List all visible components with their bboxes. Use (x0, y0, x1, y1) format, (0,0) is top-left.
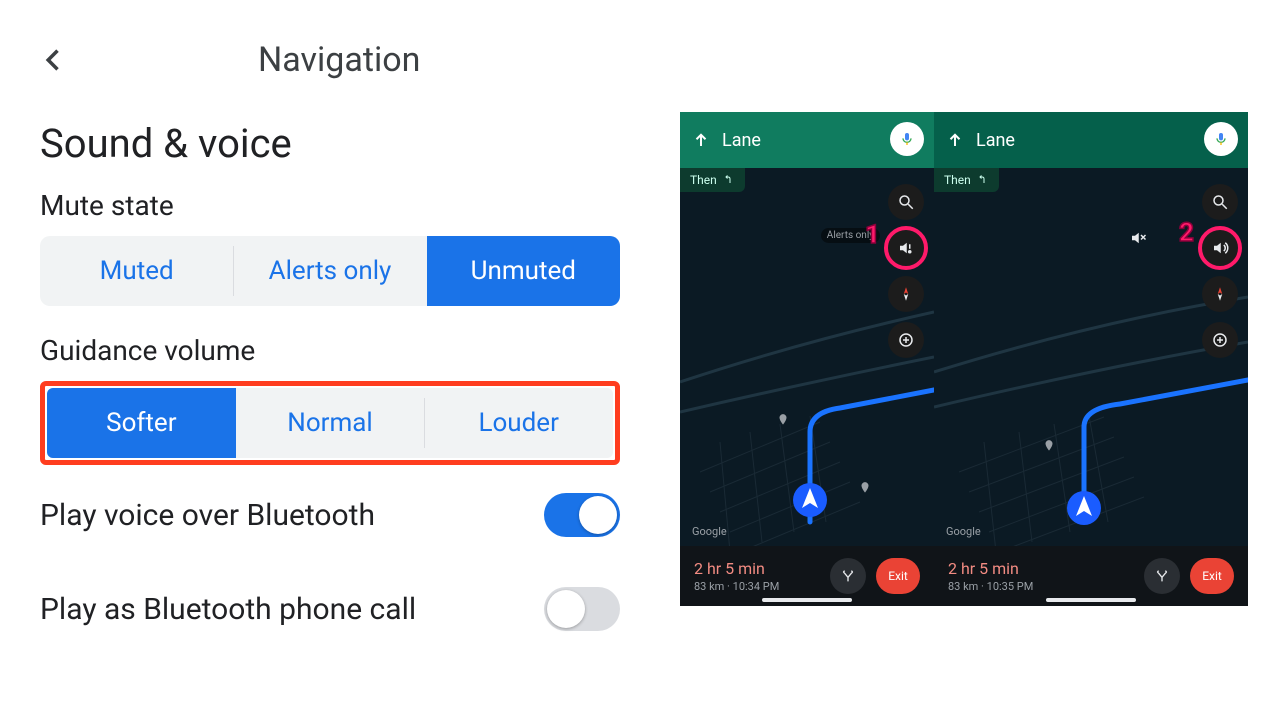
guidance-volume-highlight: Softer Normal Louder (40, 381, 620, 465)
mute-option-alerts-only[interactable]: Alerts only (233, 236, 426, 306)
mute-option-unmuted[interactable]: Unmuted (427, 236, 620, 306)
row-play-voice-bluetooth: Play voice over Bluetooth (40, 493, 620, 537)
mute-state-label: Mute state (40, 189, 620, 222)
then-step-bar: Then (680, 168, 745, 192)
play-voice-bluetooth-switch[interactable] (544, 493, 620, 537)
app-bar: Navigation (40, 40, 620, 80)
straight-arrow-icon (692, 131, 710, 149)
sound-mode-button[interactable] (888, 230, 924, 266)
mute-option-muted[interactable]: Muted (40, 236, 233, 306)
play-voice-bluetooth-label: Play voice over Bluetooth (40, 498, 375, 533)
section-sound-voice-title: Sound & voice (40, 120, 620, 167)
trip-bottom-bar: 2 hr 5 min 83 km · 10:34 PM Exit (680, 546, 934, 606)
lane-label: Lane (722, 130, 761, 151)
play-as-bt-phone-call-switch[interactable] (544, 587, 620, 631)
google-watermark: Google (692, 525, 727, 538)
map-fab-column (1202, 184, 1238, 358)
search-icon (1211, 193, 1229, 211)
phone-screenshots: Lane Then Alerts only 1 Google (680, 112, 1248, 606)
sound-mode-button[interactable] (1202, 230, 1238, 266)
eta-duration: 2 hr 5 min (694, 559, 820, 578)
phone-2: Lane Then 2 Google (934, 112, 1248, 606)
then-step-bar: Then (934, 168, 999, 192)
straight-arrow-icon (946, 131, 964, 149)
google-watermark: Google (946, 525, 981, 538)
trip-bottom-bar: 2 hr 5 min 83 km · 10:35 PM Exit (934, 546, 1248, 606)
callout-2: 2 (1179, 218, 1194, 248)
map-fab-column (888, 184, 924, 358)
guidance-option-normal[interactable]: Normal (236, 388, 425, 458)
current-location-puck (792, 482, 828, 518)
guidance-option-softer[interactable]: Softer (47, 388, 236, 458)
lane-label: Lane (976, 130, 1015, 151)
voice-search-button[interactable] (1204, 122, 1238, 156)
speaker-muted-icon (1129, 229, 1147, 247)
compass-button[interactable] (1202, 276, 1238, 312)
alt-routes-button[interactable] (1144, 558, 1180, 594)
report-button[interactable] (1202, 322, 1238, 358)
turn-left-icon (977, 174, 989, 186)
fork-icon (840, 568, 856, 584)
eta-distance-arrival: 83 km · 10:34 PM (694, 580, 820, 593)
then-label: Then (944, 173, 971, 187)
play-as-bt-phone-call-label: Play as Bluetooth phone call (40, 592, 416, 627)
place-pin-icon (858, 481, 872, 495)
phone-1: Lane Then Alerts only 1 Google (680, 112, 934, 606)
search-button[interactable] (888, 184, 924, 220)
report-button[interactable] (888, 322, 924, 358)
compass-icon (897, 285, 915, 303)
compass-icon (1211, 285, 1229, 303)
exit-navigation-button[interactable]: Exit (1190, 558, 1234, 594)
add-report-icon (897, 331, 915, 349)
add-report-icon (1211, 331, 1229, 349)
exit-navigation-button[interactable]: Exit (876, 558, 920, 594)
gesture-bar (762, 598, 852, 602)
mic-icon (899, 131, 915, 147)
back-icon[interactable] (40, 46, 68, 74)
place-pin-icon (1042, 439, 1056, 453)
direction-bar: Lane (680, 112, 934, 168)
search-button[interactable] (1202, 184, 1238, 220)
mic-icon (1213, 131, 1229, 147)
eta-duration: 2 hr 5 min (948, 559, 1134, 578)
voice-search-button[interactable] (890, 122, 924, 156)
guidance-option-louder[interactable]: Louder (424, 388, 613, 458)
fork-icon (1154, 568, 1170, 584)
current-location-puck (1066, 490, 1102, 526)
alt-routes-button[interactable] (830, 558, 866, 594)
mute-state-segmented: Muted Alerts only Unmuted (40, 236, 620, 306)
guidance-volume-segmented: Softer Normal Louder (47, 388, 613, 458)
gesture-bar (1046, 598, 1136, 602)
speaker-alert-icon (897, 239, 915, 257)
then-label: Then (690, 173, 717, 187)
place-pin-icon (776, 413, 790, 427)
guidance-volume-label: Guidance volume (40, 334, 620, 367)
search-icon (897, 193, 915, 211)
eta-distance-arrival: 83 km · 10:35 PM (948, 580, 1134, 593)
direction-bar: Lane (934, 112, 1248, 168)
navigation-settings-screen: Navigation Sound & voice Mute state Mute… (0, 0, 660, 631)
speaker-on-icon (1211, 239, 1229, 257)
row-play-as-bt-phone-call: Play as Bluetooth phone call (40, 587, 620, 631)
compass-button[interactable] (888, 276, 924, 312)
turn-left-icon (723, 174, 735, 186)
callout-1: 1 (865, 220, 880, 250)
page-title: Navigation (258, 40, 420, 80)
mute-icon (1124, 224, 1152, 252)
